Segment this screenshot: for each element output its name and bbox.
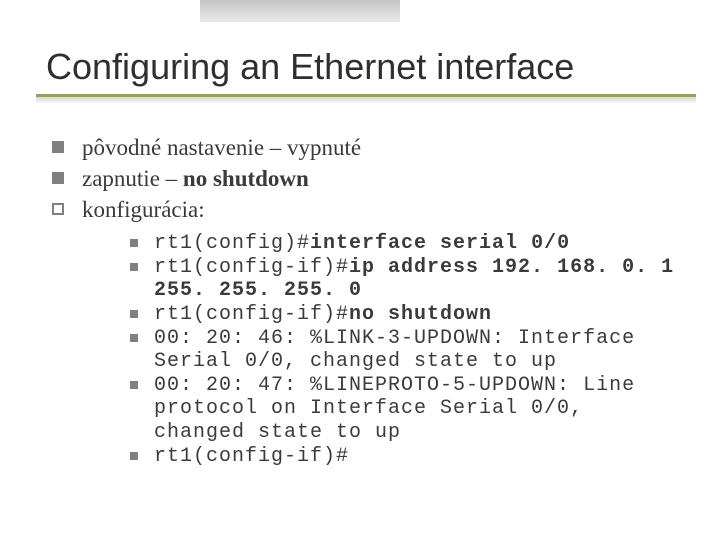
code-line: rt1(config-if)# [130, 445, 686, 469]
bullet-item: zapnutie – no shutdown [52, 165, 686, 196]
bullet-bold: no shutdown [183, 166, 309, 191]
code-line: rt1(config-if)#no shutdown [130, 303, 686, 327]
code-line: rt1(config-if)#ip address 192. 168. 0. 1… [130, 256, 686, 303]
bullet-item: konfigurácia: rt1(config)#interface seri… [52, 196, 686, 471]
code-output: 00: 20: 46: %LINK-3-UPDOWN: Interface Se… [154, 327, 635, 374]
code-prompt: rt1(config)# [154, 232, 310, 255]
bullet-text: konfigurácia: [82, 197, 205, 222]
code-list: rt1(config)#interface serial 0/0 rt1(con… [130, 232, 686, 468]
decorative-top-shadow [200, 0, 400, 22]
bullet-list: pôvodné nastavenie – vypnuté zapnutie – … [52, 134, 686, 470]
title-rule [46, 94, 686, 104]
code-line: 00: 20: 47: %LINEPROTO-5-UPDOWN: Line pr… [130, 374, 686, 445]
code-command: no shutdown [349, 303, 492, 326]
slide: Configuring an Ethernet interface pôvodn… [0, 0, 720, 470]
bullet-text: zapnutie – [82, 166, 183, 191]
code-prompt: rt1(config-if)# [154, 303, 349, 326]
code-prompt: rt1(config-if)# [154, 445, 349, 468]
code-prompt: rt1(config-if)# [154, 256, 349, 279]
code-line: rt1(config)#interface serial 0/0 [130, 232, 686, 256]
code-command: interface serial 0/0 [310, 232, 570, 255]
code-line: 00: 20: 46: %LINK-3-UPDOWN: Interface Se… [130, 327, 686, 374]
bullet-item: pôvodné nastavenie – vypnuté [52, 134, 686, 165]
slide-title: Configuring an Ethernet interface [46, 46, 686, 88]
bullet-text: pôvodné nastavenie – vypnuté [82, 135, 361, 160]
code-output: 00: 20: 47: %LINEPROTO-5-UPDOWN: Line pr… [154, 374, 635, 444]
